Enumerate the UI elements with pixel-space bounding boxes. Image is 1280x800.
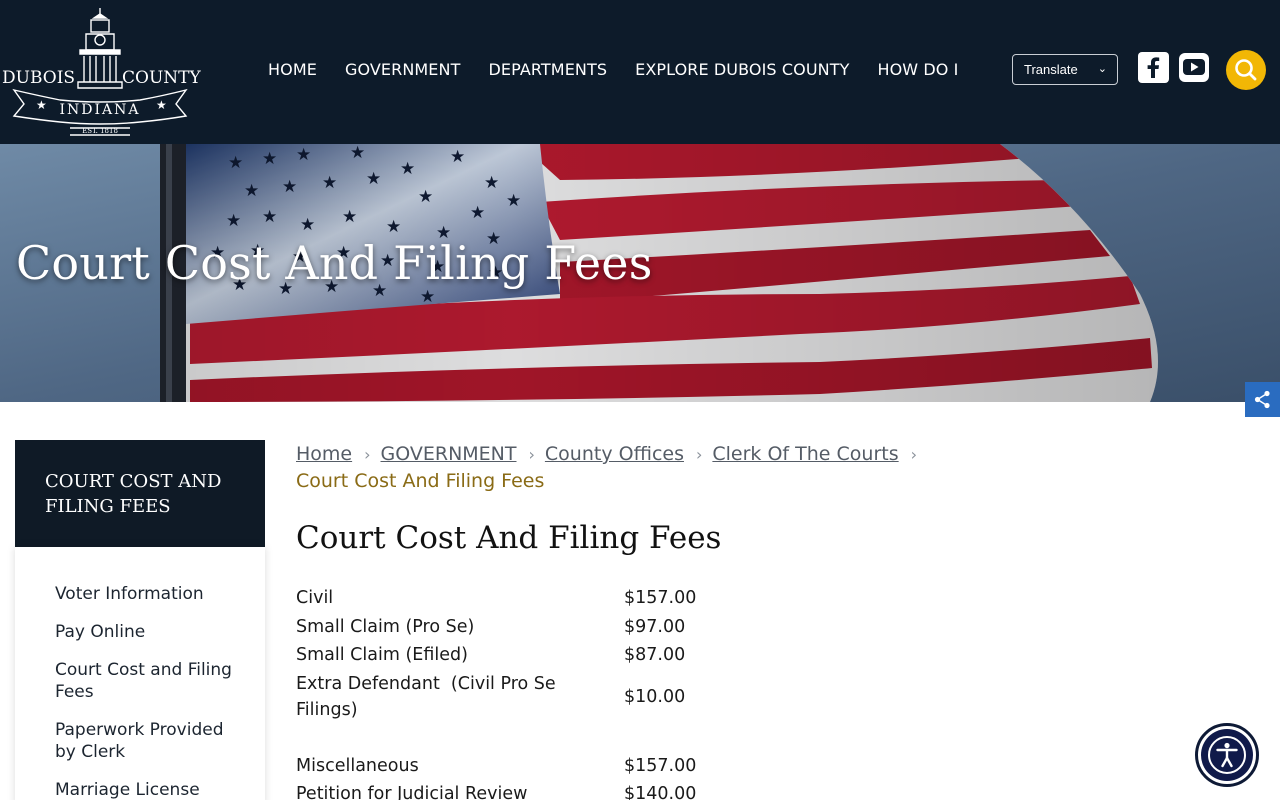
breadcrumb: Home › GOVERNMENT › County Offices › Clerk Of … (296, 441, 976, 494)
hero-title: Court Cost And Filing Fees (16, 236, 653, 290)
fee-label: Small Claim (Pro Se) (296, 616, 475, 637)
table-row: Civil $157.00 (296, 584, 736, 613)
sidebar-item-court-cost-and-filing-fees[interactable]: Court Cost and Filing Fees (15, 659, 265, 703)
main-nav: HOME GOVERNMENT DEPARTMENTS EXPLORE DUBO… (254, 58, 973, 82)
translate-dropdown[interactable]: Translate ⌄ (1012, 54, 1118, 85)
breadcrumb-government[interactable]: GOVERNMENT (381, 443, 517, 465)
accessibility-button[interactable] (1195, 723, 1259, 787)
page-title: Court Cost And Filing Fees (296, 520, 722, 556)
logo-left-text: DUBOIS (2, 68, 75, 88)
fee-amount: $97.00 (624, 616, 686, 637)
logo-right-text: COUNTY (122, 68, 201, 88)
svg-text:★: ★ (156, 98, 167, 112)
search-icon (1235, 59, 1257, 81)
chevron-right-icon: › (364, 445, 371, 464)
svg-text:★: ★ (36, 98, 47, 112)
breadcrumb-clerk-of-the-courts[interactable]: Clerk Of The Courts (712, 443, 898, 465)
fee-amount: $140.00 (624, 784, 697, 800)
table-row: Petition for Judicial Review $140.00 (296, 780, 736, 800)
fee-label: Extra Defendant (Civil Pro Se Filings) (296, 674, 562, 720)
sidebar-item-paperwork-provided-by-clerk[interactable]: Paperwork Provided by Clerk (15, 719, 265, 763)
table-row: Small Claim (Efiled) $87.00 (296, 641, 736, 670)
share-button[interactable] (1245, 382, 1280, 417)
site-header: ★ ★ DUBOIS COUNTY INDIANA EST. 1818 HOME… (0, 0, 1280, 144)
table-spacer (296, 725, 736, 752)
logo-est-text: EST. 1818 (82, 127, 118, 135)
hero-banner: ★★★★★★★ ★★★★★★★ ★★★★★★★ ★★★★★★★ ★★★★★ Co… (0, 144, 1280, 402)
nav-departments[interactable]: DEPARTMENTS (474, 58, 621, 82)
chevron-down-icon: ⌄ (1097, 63, 1107, 75)
search-button[interactable] (1226, 50, 1266, 90)
fee-amount: $157.00 (624, 755, 697, 776)
table-row: Miscellaneous $157.00 (296, 752, 736, 781)
translate-label: Translate (1024, 62, 1078, 77)
nav-how-do-i[interactable]: HOW DO I (863, 58, 972, 82)
fees-table: Civil $157.00 Small Claim (Pro Se) $97.0… (296, 584, 736, 800)
sidebar-nav: Voter Information Pay Online Court Cost … (15, 547, 265, 800)
breadcrumb-current: Court Cost And Filing Fees (296, 470, 545, 492)
fee-label: Petition for Judicial Review (296, 784, 528, 800)
nav-home[interactable]: HOME (254, 58, 331, 82)
sidebar-item-voter-information[interactable]: Voter Information (15, 583, 265, 605)
fee-amount: $157.00 (624, 588, 697, 609)
sidebar-item-marriage-license[interactable]: Marriage License (15, 779, 265, 800)
chevron-right-icon: › (910, 445, 918, 464)
fee-label: Civil (296, 588, 334, 609)
nav-government[interactable]: GOVERNMENT (331, 58, 475, 82)
courthouse-seal-icon: ★ ★ DUBOIS COUNTY INDIANA EST. 1818 (2, 8, 201, 136)
chevron-right-icon: › (528, 445, 535, 464)
logo-banner-text: INDIANA (59, 102, 140, 118)
table-row: Extra Defendant (Civil Pro Se Filings) $… (296, 670, 736, 725)
share-icon (1254, 390, 1270, 409)
breadcrumb-county-offices[interactable]: County Offices (545, 443, 684, 465)
sidebar-item-pay-online[interactable]: Pay Online (15, 621, 265, 643)
fee-amount: $10.00 (624, 687, 686, 707)
county-logo[interactable]: ★ ★ DUBOIS COUNTY INDIANA EST. 1818 (0, 4, 205, 138)
sidebar-heading: COURT COST AND FILING FEES (15, 440, 265, 547)
accessibility-icon (1208, 736, 1246, 774)
fee-amount: $87.00 (624, 645, 686, 666)
chevron-right-icon: › (695, 445, 703, 464)
facebook-icon[interactable] (1138, 52, 1169, 83)
breadcrumb-home[interactable]: Home (296, 443, 352, 465)
fee-label: Small Claim (Efiled) (296, 645, 468, 666)
nav-explore-dubois-county[interactable]: EXPLORE DUBOIS COUNTY (621, 58, 863, 82)
youtube-icon[interactable] (1178, 52, 1210, 83)
table-row: Small Claim (Pro Se) $97.00 (296, 613, 736, 642)
fee-label: Miscellaneous (296, 755, 419, 776)
